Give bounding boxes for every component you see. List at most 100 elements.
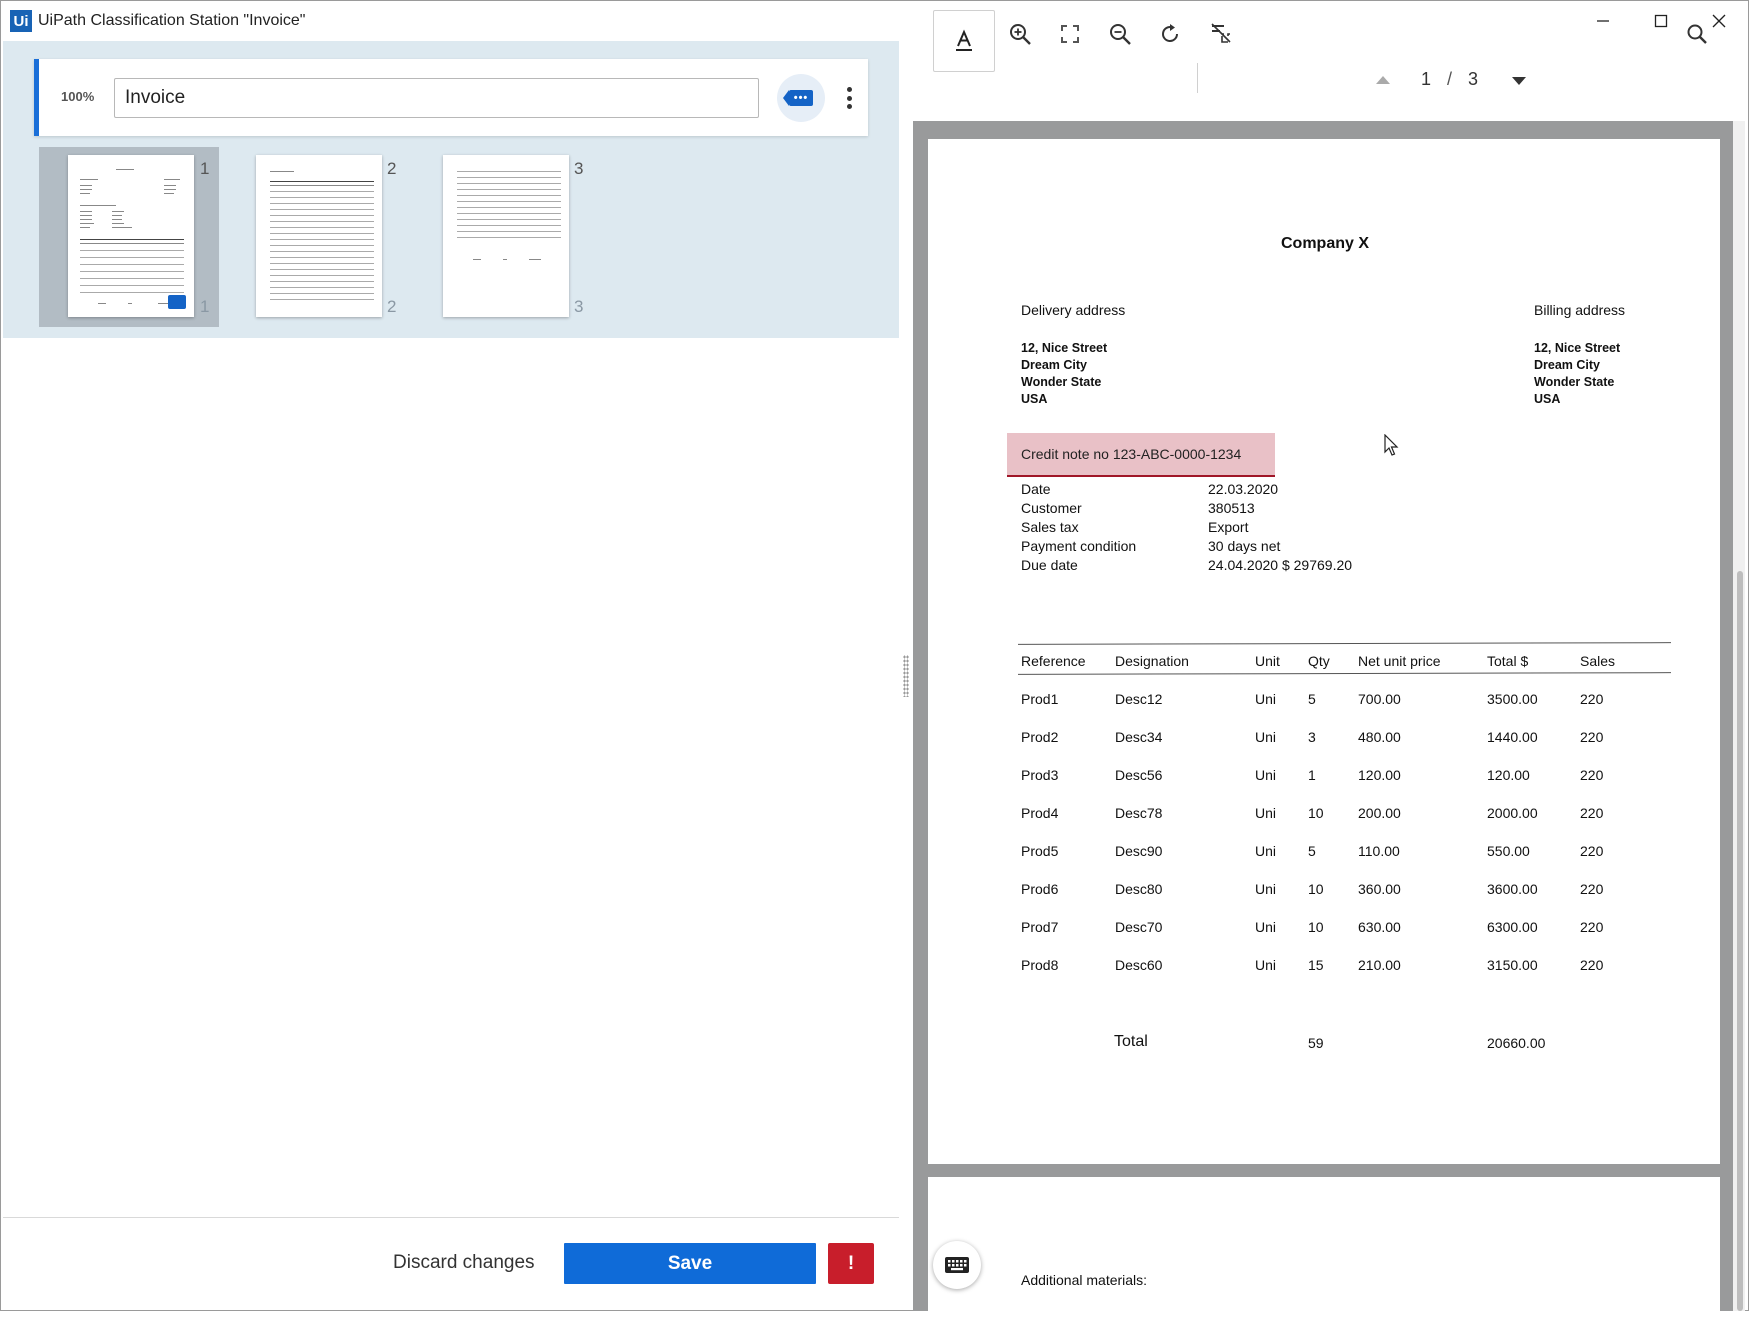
table-cell: Desc80 (1115, 881, 1163, 897)
thumbnail-number-top: 1 (200, 159, 210, 178)
uipath-logo-icon: Ui (10, 10, 32, 32)
text-format-icon (956, 29, 972, 51)
search-button[interactable] (1674, 11, 1720, 57)
additional-materials-heading: Additional materials: (1021, 1272, 1148, 1288)
thumbnail-number-bottom: 3 (574, 297, 584, 316)
window-controls (1574, 1, 1748, 41)
table-cell: 220 (1580, 805, 1604, 821)
meta-label: Sales tax (1021, 519, 1079, 535)
app-window: Ui UiPath Classification Station "Invoic… (0, 0, 1749, 1317)
table-cell: 10 (1308, 881, 1324, 897)
table-cell: 10 (1308, 805, 1324, 821)
column-header: Qty (1308, 653, 1330, 669)
document-meta-values: 22.03.2020 380513 Export 30 days net 24.… (1208, 480, 1352, 575)
viewer-scrollbar-thumb[interactable] (1737, 571, 1743, 1311)
table-cell: 550.00 (1487, 843, 1530, 859)
fit-page-button[interactable] (1047, 11, 1093, 57)
zoom-out-button[interactable] (1097, 11, 1143, 57)
more-options-button[interactable] (839, 81, 859, 115)
page-thumbnail-3[interactable] (443, 155, 569, 317)
page-thumbnail-1[interactable] (68, 155, 194, 317)
zoom-out-icon (1110, 24, 1131, 45)
meta-value: 24.04.2020 $ 29769.20 (1208, 557, 1353, 573)
next-page-button[interactable] (1512, 77, 1526, 85)
total-amount: 20660.00 (1487, 1035, 1546, 1051)
table-cell: 3150.00 (1487, 957, 1538, 973)
maximize-icon (1654, 14, 1668, 28)
table-cell: 5 (1308, 843, 1316, 859)
address-line: USA (1021, 392, 1048, 406)
thumbnail-number-bottom: 1 (200, 297, 210, 316)
mouse-cursor-icon (1384, 434, 1399, 456)
total-quantity: 59 (1308, 1035, 1324, 1051)
address-line: 12, Nice Street (1021, 341, 1108, 355)
table-cell: 480.00 (1358, 729, 1401, 745)
table-cell: 220 (1580, 957, 1604, 973)
document-type-field[interactable]: Invoice (114, 78, 759, 118)
save-button[interactable]: Save (564, 1243, 816, 1284)
current-page-number[interactable]: 1 (1421, 69, 1431, 90)
selection-mode-button[interactable] (1199, 11, 1245, 57)
table-cell: 210.00 (1358, 957, 1401, 973)
panel-resize-handle[interactable] (903, 655, 909, 697)
address-line: Dream City (1534, 358, 1600, 372)
table-cell: 220 (1580, 919, 1604, 935)
discard-changes-button[interactable]: Discard changes (393, 1252, 535, 1274)
meta-label: Payment condition (1021, 538, 1137, 554)
tag-button[interactable]: ••• (777, 74, 825, 122)
column-header: Reference (1021, 653, 1086, 669)
table-cell: Prod3 (1021, 767, 1059, 783)
tag-icon (168, 295, 186, 309)
table-cell: 15 (1308, 957, 1324, 973)
table-cell: 220 (1580, 843, 1604, 859)
text-mode-button[interactable] (933, 10, 995, 72)
billing-address: 12, Nice Street Dream City Wonder State … (1534, 340, 1620, 408)
column-header: Sales (1580, 653, 1616, 669)
column-header: Unit (1255, 653, 1280, 669)
credit-note-highlight[interactable]: Credit note no 123-ABC-0000-1234 (1007, 433, 1275, 477)
meta-label: Date (1021, 481, 1051, 497)
document-meta-labels: Date Customer Sales tax Payment conditio… (1021, 480, 1136, 575)
thumbnail-number-top: 3 (574, 159, 584, 178)
more-icon-dot (846, 95, 852, 101)
table-cell: 3600.00 (1487, 881, 1538, 897)
table-cell: Uni (1255, 691, 1277, 707)
table-cell: Desc70 (1115, 919, 1163, 935)
keyboard-shortcuts-button[interactable] (933, 1241, 981, 1289)
address-line: Wonder State (1534, 375, 1615, 389)
keyboard-icon (945, 1257, 969, 1273)
fullscreen-icon (1061, 25, 1079, 43)
credit-note-number: Credit note no 123-ABC-0000-1234 (1021, 446, 1242, 462)
footer-divider (3, 1217, 899, 1218)
previous-page-button[interactable] (1376, 76, 1390, 84)
table-cell: Desc60 (1115, 957, 1163, 973)
address-line: 12, Nice Street (1534, 341, 1621, 355)
address-line: Dream City (1021, 358, 1087, 372)
page-thumbnail-2[interactable] (256, 155, 382, 317)
zoom-in-button[interactable] (997, 11, 1043, 57)
more-icon-dot (846, 104, 852, 109)
column-header: Total $ (1487, 653, 1529, 669)
page-separator: / (1447, 69, 1453, 89)
select-area-icon (1211, 23, 1231, 43)
table-cell: 200.00 (1358, 805, 1401, 821)
meta-value: 380513 (1208, 500, 1255, 516)
document-page-1 (928, 139, 1720, 1164)
title-bar: Ui UiPath Classification Station "Invoic… (1, 1, 1748, 41)
address-line: Wonder State (1021, 375, 1102, 389)
table-cell: Uni (1255, 881, 1277, 897)
rotate-button[interactable] (1147, 11, 1193, 57)
table-cell: 10 (1308, 919, 1324, 935)
billing-address-heading: Billing address (1534, 302, 1626, 318)
minimize-button[interactable] (1574, 1, 1632, 41)
table-cell: Uni (1255, 843, 1277, 859)
column-header: Designation (1115, 653, 1189, 669)
validation-warning-button[interactable]: ! (828, 1243, 874, 1284)
company-name: Company X (1281, 235, 1370, 252)
table-cell: Prod6 (1021, 881, 1059, 897)
table-cell: Desc78 (1115, 805, 1163, 821)
confidence-label: 100% (61, 89, 95, 104)
table-cell: Desc12 (1115, 691, 1163, 707)
table-cell: Uni (1255, 957, 1277, 973)
table-cell: 2000.00 (1487, 805, 1538, 821)
